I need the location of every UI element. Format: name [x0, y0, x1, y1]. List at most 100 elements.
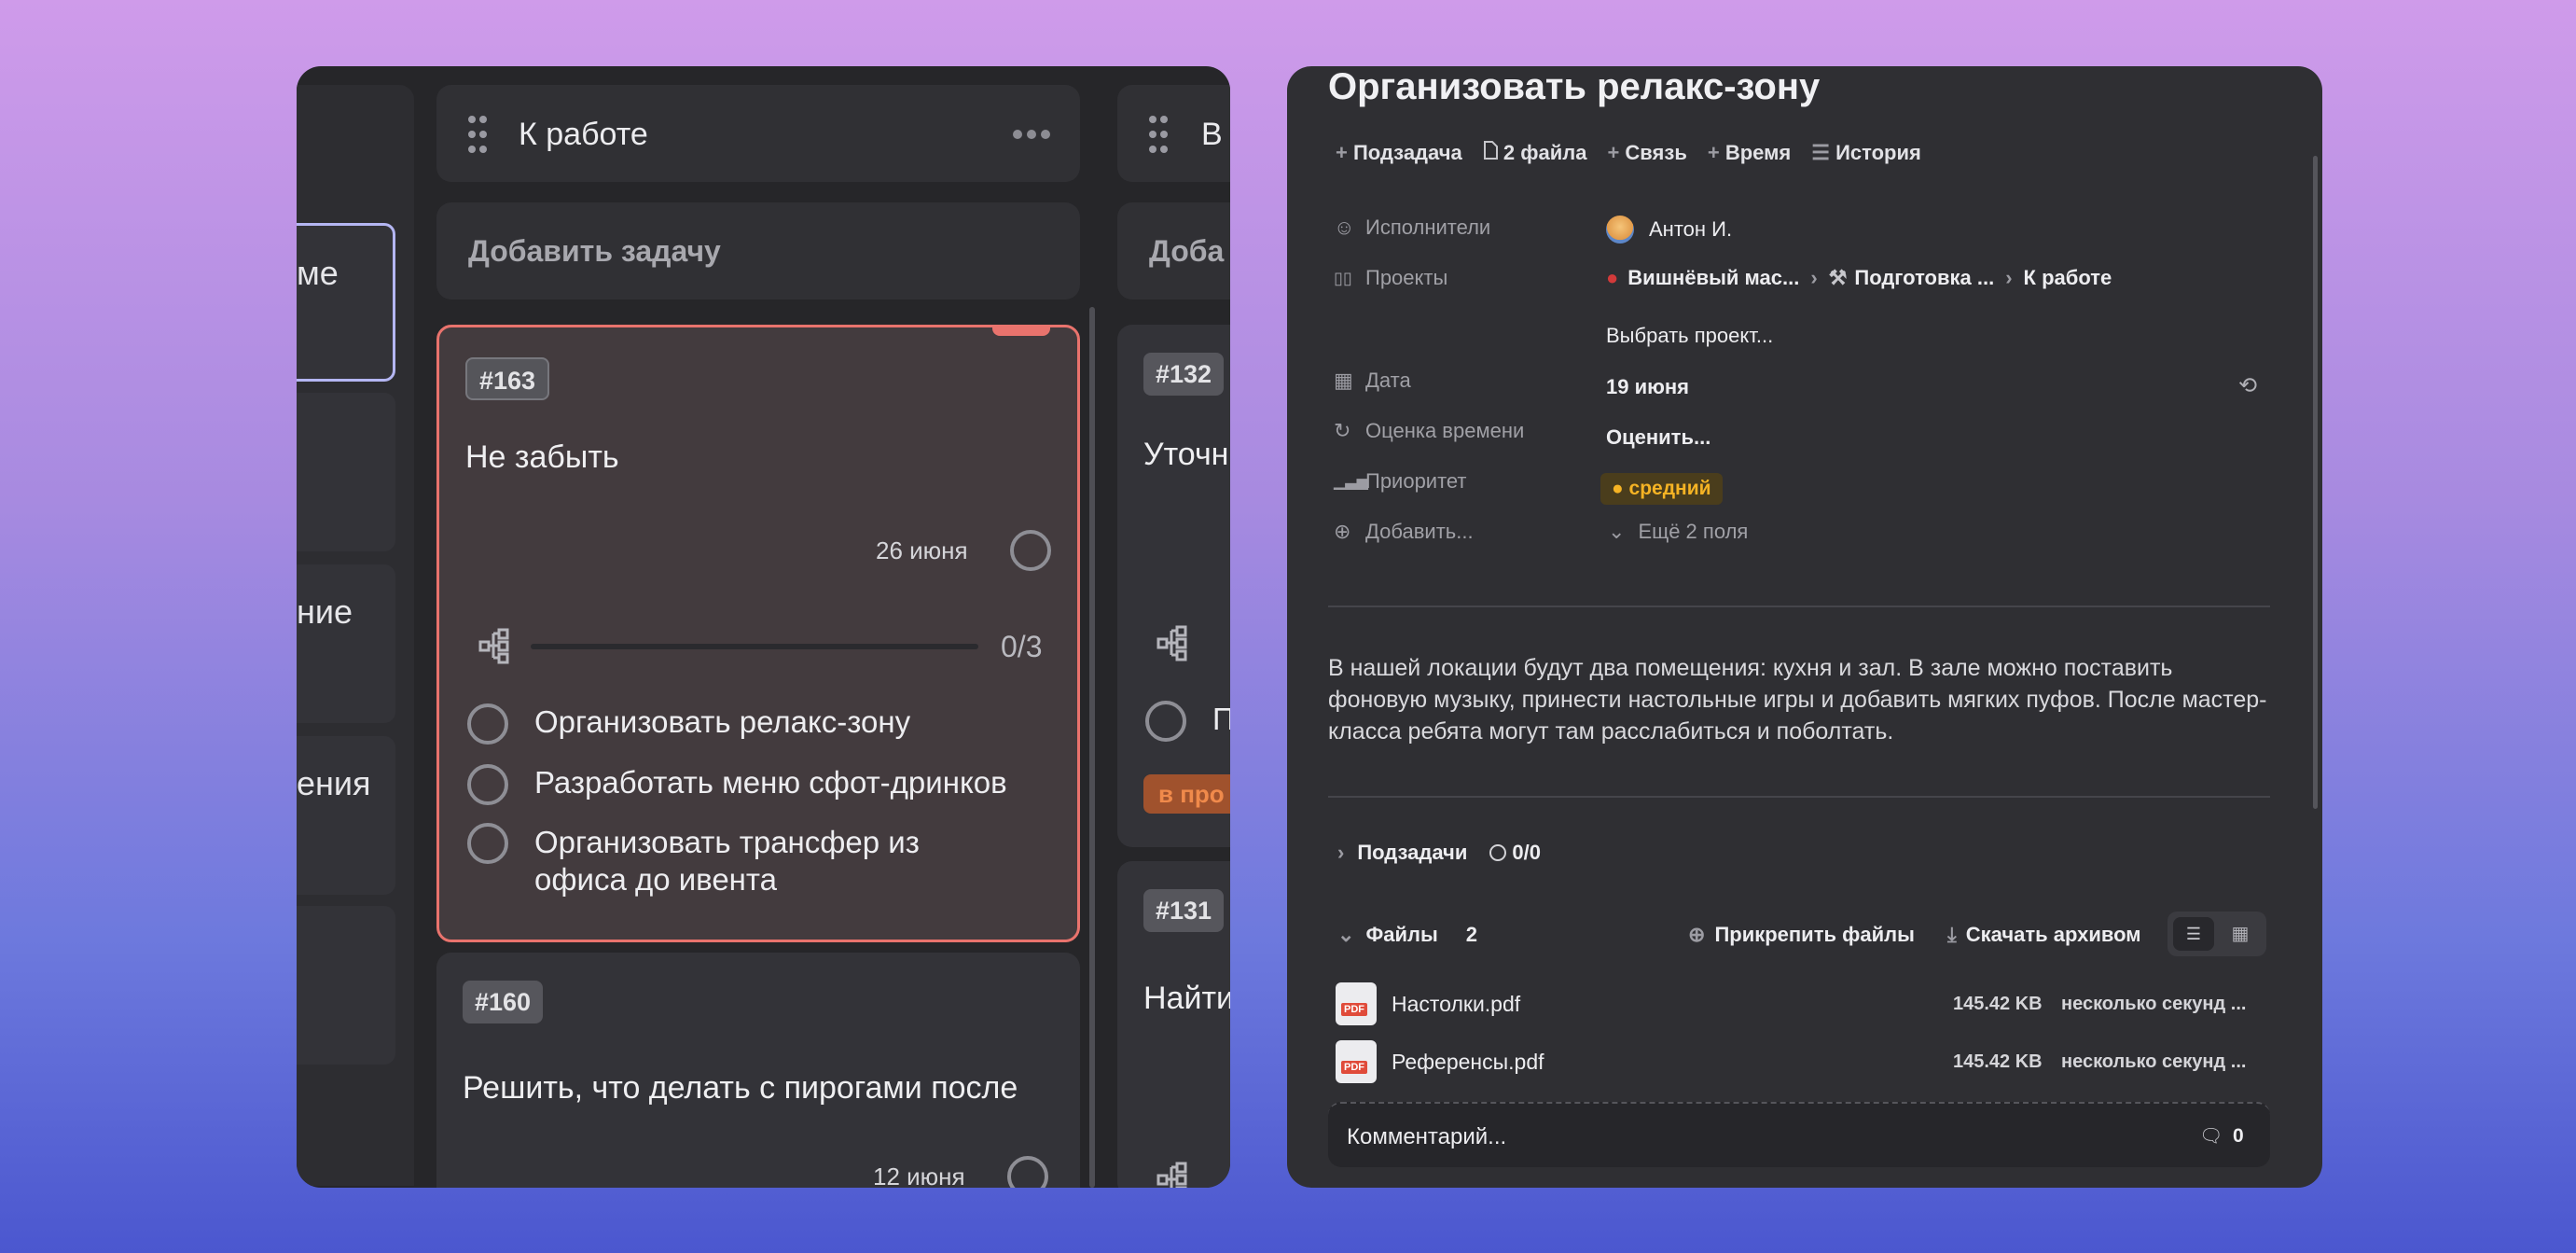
- column-header[interactable]: К работе: [436, 85, 1080, 182]
- partial-card-selected[interactable]: ме: [297, 223, 395, 382]
- list-view-icon[interactable]: ☰: [2173, 917, 2214, 951]
- partial-card-label: ние: [297, 592, 353, 631]
- column-header[interactable]: В: [1117, 85, 1230, 182]
- add-task-button[interactable]: Добавить задачу: [436, 202, 1080, 299]
- priority-label-row: ▁▃▅ Приоритет: [1334, 469, 1467, 493]
- subtask-checkbox[interactable]: [467, 823, 508, 864]
- partial-card[interactable]: ения: [297, 736, 395, 895]
- subtask-progress-bar: [531, 644, 978, 649]
- projects-icon: ▯▯: [1334, 268, 1352, 287]
- task-detail-title: Организовать релакс-зону: [1328, 66, 1821, 107]
- drag-handle-icon[interactable]: [1149, 115, 1168, 154]
- partial-card[interactable]: [297, 393, 395, 551]
- file-row[interactable]: PDF Референсы.pdf 145.42 KB несколько се…: [1328, 1037, 2270, 1087]
- project-link[interactable]: Подготовка ...: [1854, 266, 1994, 290]
- divider: [1328, 606, 2270, 607]
- subtask-checkbox[interactable]: [467, 764, 508, 805]
- task-id-badge: #160: [463, 981, 544, 1023]
- chevron-down-icon: ⌄: [1608, 520, 1626, 543]
- more-icon[interactable]: [1013, 128, 1050, 139]
- smile-icon: ☺: [1334, 216, 1355, 239]
- project-link[interactable]: Вишнёвый мас...: [1627, 266, 1799, 290]
- task-card-132[interactable]: #132 Уточн П в про: [1117, 325, 1230, 847]
- task-card-163[interactable]: #163 Не забыть 26 июня 0/3 Организовать …: [436, 325, 1080, 942]
- task-card-131[interactable]: #131 Найти: [1117, 861, 1230, 1188]
- add-field-row[interactable]: ⊕ Добавить...: [1334, 520, 1474, 544]
- subtask-checkbox[interactable]: [1145, 701, 1186, 742]
- subtask-item[interactable]: П: [1212, 702, 1230, 737]
- action-bar: + Подзадача 2 файла + Связь + Время ☰ Ис…: [1336, 137, 1921, 169]
- file-row[interactable]: PDF Настолки.pdf 145.42 KB несколько сек…: [1328, 979, 2270, 1029]
- add-task-label: Добавить задачу: [468, 234, 721, 268]
- grid-view-icon[interactable]: ▦: [2220, 917, 2261, 951]
- subtasks-tree-icon: [1156, 625, 1188, 662]
- subtask-item[interactable]: Организовать трансфер из офиса до ивента: [534, 824, 1019, 898]
- task-detail-panel: Организовать релакс-зону + Подзадача 2 ф…: [1287, 66, 2322, 1188]
- partial-card-label: ения: [297, 764, 371, 802]
- more-fields-button[interactable]: ⌄ Ещё 2 поля: [1608, 520, 1748, 544]
- column-scrollbar[interactable]: [1089, 307, 1095, 1188]
- circle-icon: [1489, 844, 1507, 861]
- comments-count: 0: [2233, 1125, 2244, 1147]
- repeat-icon[interactable]: ⟲: [2238, 372, 2257, 399]
- subtask-item[interactable]: Организовать релакс-зону: [534, 704, 910, 740]
- file-size: 145.42 KB: [1953, 994, 2043, 1014]
- choose-project-button[interactable]: Выбрать проект...: [1606, 324, 1773, 348]
- projects-label-row: ▯▯ Проекты: [1334, 266, 1448, 289]
- project-breadcrumb: ● Вишнёвый мас... › ⚒ Подготовка ... › К…: [1606, 266, 2112, 290]
- chevron-right-icon: ›: [1810, 266, 1818, 289]
- download-archive-button[interactable]: ⤓ Скачать архивом: [1947, 923, 2141, 947]
- files-section-toggle[interactable]: ⌄ Файлы 2: [1337, 923, 1477, 947]
- file-size: 145.42 KB: [1953, 1051, 2043, 1072]
- date-value[interactable]: 19 июня: [1606, 375, 1689, 399]
- files-action[interactable]: 2 файла: [1483, 141, 1586, 165]
- project-link[interactable]: К работе: [2024, 266, 2112, 290]
- subtask-progress-count: 0/3: [1001, 630, 1043, 663]
- add-subtask-action[interactable]: + Подзадача: [1336, 141, 1462, 165]
- comment-placeholder: Комментарий...: [1347, 1124, 1507, 1149]
- card-flag: [992, 325, 1050, 336]
- chevron-down-icon: ⌄: [1337, 923, 1355, 946]
- add-task-button[interactable]: Доба: [1117, 202, 1230, 299]
- add-time-action[interactable]: + Время: [1708, 141, 1791, 165]
- avatar: [1606, 216, 1634, 244]
- plus-circle-icon: ⊕: [1688, 923, 1706, 946]
- pdf-icon: PDF: [1336, 982, 1377, 1025]
- drag-handle-icon[interactable]: [468, 115, 487, 154]
- file-time: несколько секунд ...: [2061, 1051, 2247, 1072]
- subtask-checkbox[interactable]: [467, 703, 508, 745]
- task-due-date: 12 июня: [873, 1163, 965, 1188]
- comment-input[interactable]: Комментарий... 🗨 0: [1328, 1102, 2270, 1167]
- plus-icon: +: [1607, 141, 1620, 164]
- estimate-button[interactable]: Оценить...: [1606, 425, 1710, 450]
- assignee-value[interactable]: Антон И.: [1606, 216, 1732, 244]
- subtask-item[interactable]: Разработать меню сфот-дринков: [534, 765, 1007, 801]
- task-id-badge: #163: [465, 357, 550, 400]
- subtasks-section-toggle[interactable]: › Подзадачи 0/0: [1337, 841, 1541, 865]
- plus-circle-icon: ⊕: [1334, 520, 1351, 543]
- pdf-icon: PDF: [1336, 1040, 1377, 1083]
- task-title: Решить, что делать с пирогами после: [463, 1070, 1018, 1106]
- task-card-160[interactable]: #160 Решить, что делать с пирогами после…: [436, 953, 1080, 1188]
- clock-icon: ↻: [1334, 419, 1351, 442]
- history-action[interactable]: ☰ История: [1811, 141, 1921, 165]
- task-title: Найти: [1143, 981, 1230, 1016]
- download-icon: ⤓: [1947, 923, 1957, 946]
- attach-files-button[interactable]: ⊕ Прикрепить файлы: [1688, 923, 1915, 947]
- subtasks-tree-icon: [1156, 1162, 1188, 1188]
- add-link-action[interactable]: + Связь: [1607, 141, 1686, 165]
- kanban-board: ме ние ения К работе Добавить задачу #16…: [297, 66, 1230, 1188]
- priority-badge[interactable]: ● средний: [1600, 473, 1723, 505]
- estimate-label-row: ↻ Оценка времени: [1334, 419, 1525, 442]
- task-id-badge: #132: [1143, 353, 1225, 396]
- partial-card[interactable]: [297, 906, 395, 1065]
- chevron-right-icon: ›: [2005, 266, 2013, 289]
- complete-checkbox[interactable]: [1010, 530, 1051, 571]
- comments-icon: 🗨: [2199, 1126, 2223, 1147]
- task-description[interactable]: В нашей локации будут два помещения: кух…: [1328, 652, 2270, 747]
- partial-card[interactable]: ние: [297, 564, 395, 723]
- panel-scrollbar[interactable]: [2313, 156, 2318, 809]
- divider: [1328, 796, 2270, 798]
- list-icon: ☰: [1811, 141, 1830, 164]
- column-title: К работе: [519, 117, 648, 152]
